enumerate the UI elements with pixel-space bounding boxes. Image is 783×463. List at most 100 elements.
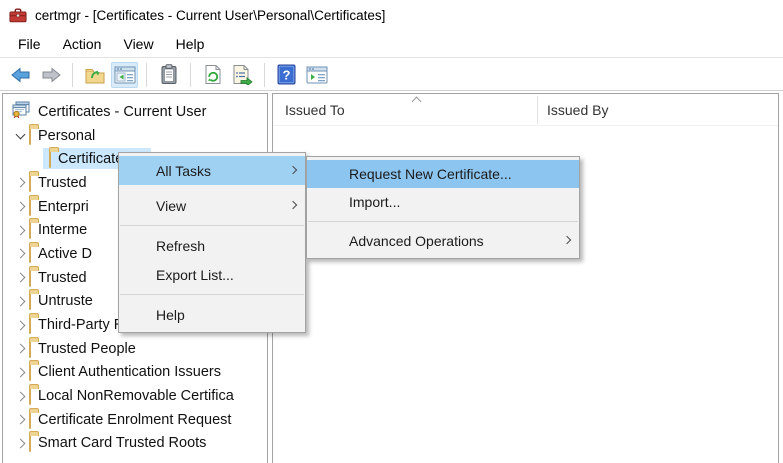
menu-item-label: Advanced Operations [349,233,484,249]
submenu-request-new-certificate[interactable]: Request New Certificate... [307,160,579,188]
tree-item-label: Enterpri [38,199,89,215]
context-menu-refresh[interactable]: Refresh [119,231,305,260]
column-header-issued-to[interactable]: Issued To [285,94,535,126]
export-list-button[interactable] [229,62,256,88]
forward-arrow-icon [40,66,62,84]
tree-item-local-nonremovable[interactable]: Local NonRemovable Certifica [3,384,267,408]
folder-icon [29,412,31,428]
menu-bar: File Action View Help [0,30,783,58]
menu-help[interactable]: Help [165,33,216,55]
folder-icon [29,246,31,262]
forward-button[interactable] [37,62,64,88]
context-menu-all-tasks[interactable]: All Tasks [119,156,305,185]
menu-item-label: Refresh [156,238,205,254]
context-menu: All Tasks View Refresh Export List... He… [118,152,306,333]
submenu-arrow-icon [289,165,297,173]
tree-item-label: Untruste [38,293,93,309]
certificates-console-icon [11,101,31,122]
toolbar-separator [146,63,147,87]
menu-item-label: Export List... [156,267,234,283]
svg-text:?: ? [283,68,291,83]
expanded-chevron-icon[interactable] [11,134,29,138]
list-header: Issued To Issued By [273,94,778,126]
tree-item-label: Certificates - Current User [38,104,206,120]
refresh-button[interactable] [199,62,226,88]
collapsed-chevron-icon[interactable] [11,416,29,423]
certmgr-toolbox-icon [9,8,27,23]
collapsed-chevron-icon[interactable] [11,274,29,281]
context-menu-help[interactable]: Help [119,300,305,329]
collapsed-chevron-icon[interactable] [11,440,29,447]
folder-icon [29,364,31,380]
column-header-issued-by[interactable]: Issued By [547,94,747,126]
show-hide-console-tree-button[interactable] [111,62,138,88]
clipboard-button[interactable] [155,62,182,88]
up-one-level-button[interactable] [81,62,108,88]
toolbar-separator [190,63,191,87]
collapsed-chevron-icon[interactable] [11,298,29,305]
show-hide-action-pane-button[interactable] [303,62,330,88]
tree-item-label: Local NonRemovable Certifica [38,388,234,404]
folder-icon [29,317,31,333]
collapsed-chevron-icon[interactable] [11,203,29,210]
tree-item-smart-card-trusted-roots[interactable]: Smart Card Trusted Roots [3,432,267,456]
collapsed-chevron-icon[interactable] [11,250,29,257]
back-button[interactable] [7,62,34,88]
toolbar-separator [72,63,73,87]
tree-item-certificates-current-user[interactable]: Certificates - Current User [3,100,267,124]
folder-up-icon [84,65,106,85]
certmgr-window: certmgr - [Certificates - Current User\P… [0,0,783,463]
column-label: Issued To [285,102,345,118]
collapsed-chevron-icon[interactable] [11,369,29,376]
context-menu-view[interactable]: View [119,191,305,220]
tree-item-label: Interme [38,222,87,238]
folder-icon [29,199,31,215]
submenu-advanced-operations[interactable]: Advanced Operations [307,227,579,255]
export-list-icon [232,64,253,85]
folder-icon [29,293,31,309]
toolbar-separator [264,63,265,87]
menu-item-label: Import... [349,194,400,210]
title-bar: certmgr - [Certificates - Current User\P… [0,0,783,30]
tree-item-personal[interactable]: Personal [3,124,267,148]
tree-item-label: Personal [38,128,95,144]
action-pane-icon [306,66,328,84]
sort-ascending-icon [412,97,422,107]
tree-item-label: Active D [38,246,92,262]
tree-item-trusted-people[interactable]: Trusted People [3,337,267,361]
tree-item-cert-enrolment-requests[interactable]: Certificate Enrolment Request [3,408,267,432]
menu-separator [120,294,304,295]
folder-icon [29,270,31,286]
clipboard-icon [160,64,178,85]
column-divider[interactable] [537,96,538,124]
menu-separator [308,221,578,222]
collapsed-chevron-icon[interactable] [11,322,29,329]
folder-icon [29,222,31,238]
tree-item-label: Smart Card Trusted Roots [38,435,206,451]
help-button[interactable]: ? [273,62,300,88]
tree-item-label: Trusted People [38,341,136,357]
folder-icon [49,151,51,167]
menu-item-label: Request New Certificate... [349,166,512,182]
tree-item-client-auth-issuers[interactable]: Client Authentication Issuers [3,361,267,385]
menu-file[interactable]: File [7,33,52,55]
collapsed-chevron-icon[interactable] [11,227,29,234]
help-icon: ? [277,64,296,85]
collapsed-chevron-icon[interactable] [11,179,29,186]
tree-item-label: Trusted [38,175,87,191]
collapsed-chevron-icon[interactable] [11,393,29,400]
collapsed-chevron-icon[interactable] [11,345,29,352]
certificate-list-pane: Issued To Issued By [272,93,779,463]
menu-view[interactable]: View [112,33,164,55]
submenu-arrow-icon [289,200,297,208]
context-menu-export-list[interactable]: Export List... [119,260,305,289]
folder-icon [29,175,31,191]
tree-item-label: Client Authentication Issuers [38,364,221,380]
folder-icon [29,435,31,451]
menu-item-label: Help [156,307,185,323]
submenu-import[interactable]: Import... [307,188,579,216]
refresh-icon [203,64,223,85]
back-arrow-icon [10,66,32,84]
menu-action[interactable]: Action [52,33,113,55]
column-label: Issued By [547,102,608,118]
